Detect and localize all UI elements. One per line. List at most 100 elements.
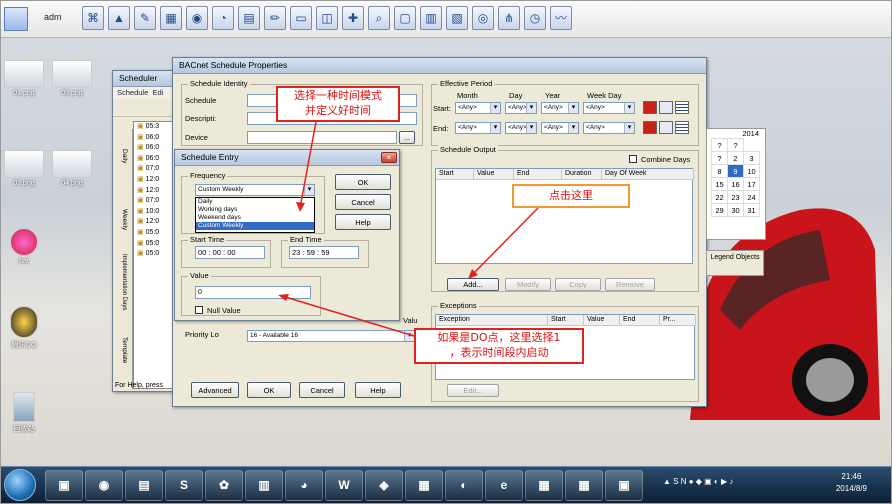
baidu-icon[interactable]: ✿ [205,470,243,501]
end-year-combo[interactable]: <Any> [541,122,579,134]
calendar-day[interactable]: 2 [727,151,744,165]
remote-icon[interactable]: ▣ [605,470,643,501]
folder-icon[interactable]: ▭ [290,6,312,30]
calendar-grid[interactable]: ??? 2 3 8 9 10 15 16 17 22 23 24 29 30 31 [711,138,760,217]
desktop-icon-bat[interactable]: bat [0,228,48,265]
ok-button[interactable]: OK [247,382,291,398]
pen-icon[interactable]: ✏ [264,6,286,30]
device-browse-button[interactable]: ... [399,131,415,144]
menu-edit[interactable]: Edi [152,88,163,97]
globe-icon[interactable]: ◉ [186,6,208,30]
end-month-combo[interactable]: <Any> [455,122,501,134]
null-value-checkbox[interactable] [195,306,203,314]
modify-button[interactable]: Modify [505,278,551,291]
warning-icon[interactable]: ▲ [108,6,130,30]
start-time-field[interactable]: 00 : 00 : 00 [195,246,265,259]
system-tray[interactable]: ▲ S N ● ◆ ▣ ◐ ▶ ♪ [663,477,823,493]
explorer-icon[interactable]: ▣ [45,470,83,501]
combine-days-checkbox[interactable] [629,155,637,163]
sogou-icon[interactable]: S [165,470,203,501]
add-button[interactable]: Add... [447,278,499,291]
calendar-day[interactable]: 29 [711,203,728,217]
start-day-combo[interactable]: <Any> [505,102,537,114]
option-weekend-days[interactable]: Weekend days [196,214,314,222]
database-icon[interactable]: ◫ [316,6,338,30]
folder-icon[interactable]: ▤ [125,470,163,501]
calendar-day[interactable]: 8 [711,164,728,178]
output-grid[interactable]: Start Value End Duration Day Of Week [435,168,694,264]
terminal-icon[interactable]: ▥ [245,470,283,501]
start-button[interactable] [4,469,36,501]
start-clear-icon[interactable] [643,101,657,114]
advanced-button[interactable]: Advanced [191,382,239,398]
trend-icon[interactable]: 〰 [550,6,572,30]
report-icon[interactable]: ▥ [420,6,442,30]
clock[interactable]: 21:46 2014/8/9 [836,471,867,495]
desktop-icon-recycle[interactable]: 回收站 [0,392,48,434]
ie-icon[interactable]: e [485,470,523,501]
qq-icon[interactable]: ◐ [445,470,483,501]
option-working-days[interactable]: Working days [196,206,314,214]
frequency-dropdown[interactable]: Daily Working days Weekend days Custom W… [195,197,315,233]
start-year-combo[interactable]: <Any> [541,102,579,114]
option-daily[interactable]: Daily [196,198,314,206]
desktop-icon-qq[interactable]: 腾讯QQ [0,306,48,350]
copy-button[interactable]: Copy [555,278,601,291]
calendar-day[interactable]: 17 [743,177,760,191]
chart-icon[interactable]: ▦ [405,470,443,501]
value-field[interactable]: 0 [195,286,311,299]
tools-icon[interactable]: ✎ [134,6,156,30]
cancel-button[interactable]: Cancel [299,382,345,398]
close-icon[interactable]: × [381,152,397,163]
device-field[interactable] [247,131,397,144]
chrome-icon[interactable]: ◉ [85,470,123,501]
end-calendar-icon[interactable] [675,121,689,134]
end-weekday-combo[interactable]: <Any> [583,122,635,134]
calendar-day[interactable]: 10 [743,164,760,178]
network-icon[interactable]: ⌘ [82,6,104,30]
word-icon[interactable]: W [325,470,363,501]
entry-ok-button[interactable]: OK [335,174,391,190]
start-copy-icon[interactable] [659,101,673,114]
calendar-day[interactable]: 24 [743,190,760,204]
calendar-day[interactable]: 23 [727,190,744,204]
calendar-day[interactable]: ? [711,151,728,165]
start-calendar-icon[interactable] [675,101,689,114]
start-month-combo[interactable]: <Any> [455,102,501,114]
tab-template[interactable]: Template [121,337,128,363]
desktop-icon-03[interactable]: 03.png [48,60,96,97]
edit-button[interactable]: Edit... [447,384,499,397]
alarm-icon[interactable]: ◎ [472,6,494,30]
tab-weekly[interactable]: Weekly [121,209,128,230]
clock-icon[interactable]: ◷ [524,6,546,30]
hamster-icon[interactable]: ◕ [285,470,323,501]
priority-combo[interactable]: 16 - Available 16 [247,330,415,342]
building-icon[interactable]: ▦ [525,470,563,501]
calendar-day[interactable]: ? [727,138,744,152]
entry-cancel-button[interactable]: Cancel [335,194,391,210]
menu-schedule[interactable]: Schedule [117,88,148,97]
search-icon[interactable]: ⌕ [368,6,390,30]
wps-icon[interactable]: ◈ [365,470,403,501]
tab-daily[interactable]: Daily [121,149,128,163]
frequency-combo[interactable]: Custom Weekly [195,184,315,196]
gauge-icon[interactable]: ◔ [212,6,234,30]
schedule-icon[interactable]: ▦ [160,6,182,30]
desktop-icon-02[interactable]: 02.png [0,150,48,187]
calendar-day[interactable]: 16 [727,177,744,191]
app-logo-icon[interactable] [4,7,28,31]
desktop-icon-04[interactable]: 04.png [48,150,96,187]
calendar-day[interactable]: 3 [743,151,760,165]
end-copy-icon[interactable] [659,121,673,134]
end-time-field[interactable]: 23 : 59 : 59 [289,246,359,259]
option-custom-weekly[interactable]: Custom Weekly [196,222,314,230]
window-icon[interactable]: ▢ [394,6,416,30]
tab-implementation-days[interactable]: Implementation Days [121,254,127,310]
start-weekday-combo[interactable]: <Any> [583,102,635,114]
tree-icon[interactable]: ⋔ [498,6,520,30]
remove-button[interactable]: Remove [605,278,655,291]
calendar-day[interactable]: 22 [711,190,728,204]
calendar-day[interactable]: 30 [727,203,744,217]
legend-objects[interactable]: Legend Objects [706,250,764,276]
calendar-day[interactable]: 31 [743,203,760,217]
